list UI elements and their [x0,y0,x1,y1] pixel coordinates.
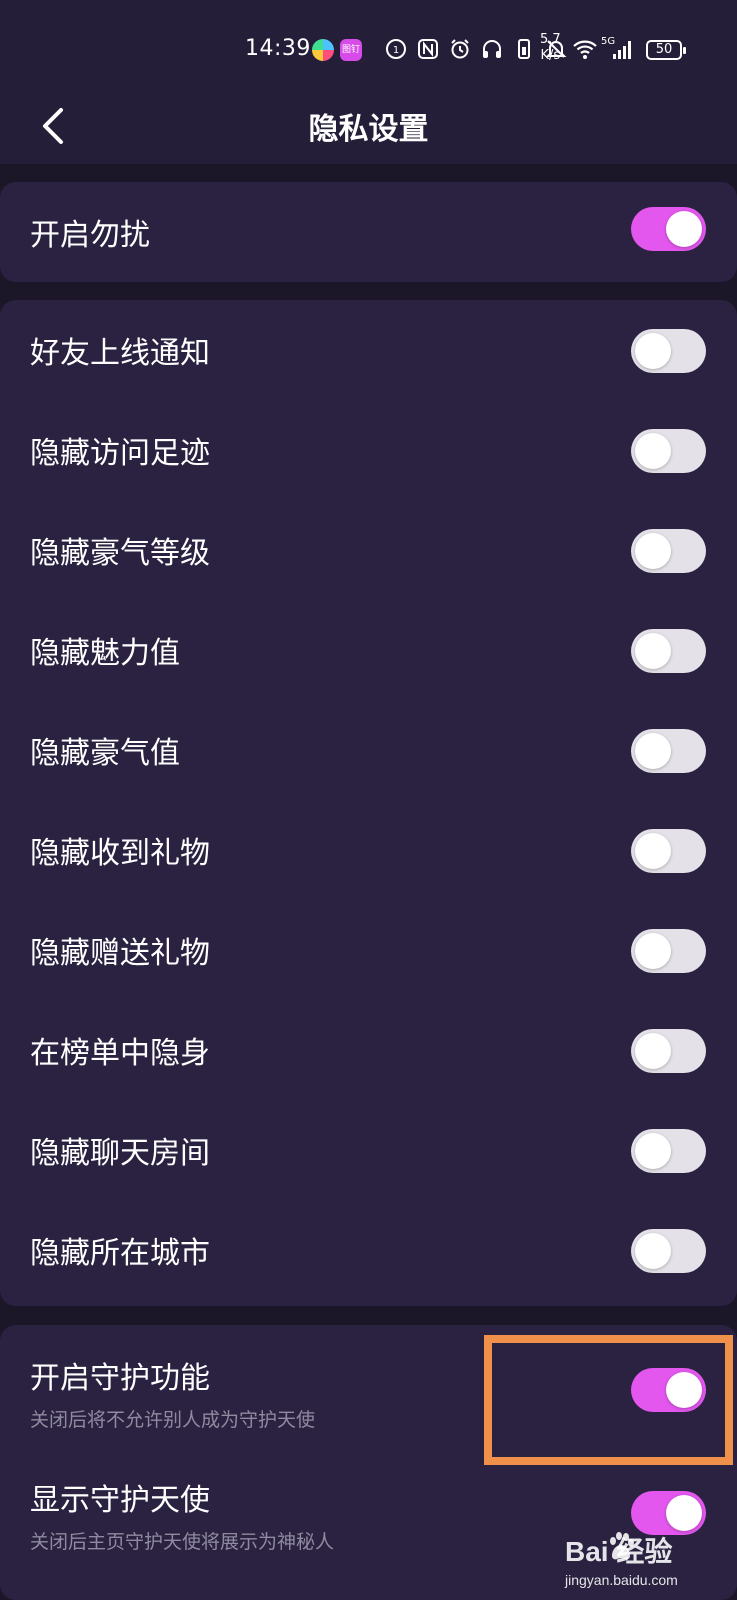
setting-label: 隐藏访问足迹 [30,436,210,471]
svg-text:1: 1 [393,45,399,56]
setting-label: 在榜单中隐身 [30,1036,210,1071]
signal-bars-icon [612,38,636,64]
paw-icon [607,1532,635,1566]
friend-online-toggle[interactable] [631,329,706,373]
net-speed-value: 5.7 [540,32,561,47]
do-not-disturb-card: 开启勿扰 [0,182,737,282]
hide-chat-room-toggle[interactable] [631,1129,706,1173]
toggle-knob [635,833,671,869]
toggle-knob [635,533,671,569]
invisible-on-leaderboard-toggle[interactable] [631,1029,706,1073]
setting-row-hide-wealth-value: 隐藏豪气值 [0,700,737,800]
setting-row-hide-charm: 隐藏魅力值 [0,600,737,700]
hide-wealth-value-toggle[interactable] [631,729,706,773]
setting-row-hide-city: 隐藏所在城市 [0,1200,737,1300]
battery-icon: 50 [646,40,686,60]
toggle-knob [635,1033,671,1069]
toggle-knob [666,211,702,247]
toggle-knob [635,1133,671,1169]
setting-row-invisible-on-leaderboard: 在榜单中隐身 [0,1000,737,1100]
page-title: 隐私设置 [308,112,429,147]
toggle-knob [635,1233,671,1269]
hide-sent-gifts-toggle[interactable] [631,929,706,973]
headphones-icon [481,38,503,60]
setting-label: 隐藏豪气等级 [30,536,210,571]
alarm-icon [449,38,471,60]
baidu-watermark: Bai 经验 jingyan.baidu.com [565,1530,725,1596]
hide-charm-toggle[interactable] [631,629,706,673]
toggle-knob [635,433,671,469]
setting-row-hide-chat-room: 隐藏聊天房间 [0,1100,737,1200]
setting-label: 隐藏聊天房间 [30,1136,210,1171]
setting-row-friend-online: 好友上线通知 [0,300,737,400]
setting-label: 隐藏魅力值 [30,636,180,671]
setting-row-hide-visits: 隐藏访问足迹 [0,400,737,500]
hide-city-toggle[interactable] [631,1229,706,1273]
privacy-options-card: 好友上线通知 隐藏访问足迹 隐藏豪气等级 隐藏魅力值 隐藏豪气值 隐藏收到礼物 … [0,300,737,1306]
status-time: 14:39 [245,36,311,61]
toggle-knob [635,733,671,769]
nfc-icon [417,38,439,60]
screen: 14:39 图钉 1 5.7 K/s 5G 50 隐私设置 开启勿扰 好友上线通… [0,0,737,1600]
header: 隐私设置 [0,90,737,164]
setting-label: 开启守护功能 [30,1361,210,1396]
setting-row-hide-received-gifts: 隐藏收到礼物 [0,800,737,900]
setting-sublabel: 关闭后主页守护天使将展示为神秘人 [30,1531,335,1553]
toggle-knob [635,633,671,669]
nfc-data-icon: 1 [385,38,407,60]
app-badge-icon: 图钉 [340,39,362,61]
status-bar: 14:39 图钉 1 5.7 K/s 5G 50 [0,0,737,90]
setting-row-hide-sent-gifts: 隐藏赠送礼物 [0,900,737,1000]
setting-label: 显示守护天使 [30,1483,210,1518]
setting-sublabel: 关闭后将不允许别人成为守护天使 [30,1409,316,1431]
toggle-knob [635,333,671,369]
app-notification-icon [312,39,334,61]
do-not-disturb-toggle[interactable] [631,207,706,251]
hide-wealth-level-toggle[interactable] [631,529,706,573]
hide-visits-toggle[interactable] [631,429,706,473]
vibrate-icon [513,38,535,60]
net-speed-unit: K/s [540,48,561,63]
setting-label: 开启勿扰 [30,218,150,253]
setting-row-do-not-disturb: 开启勿扰 [0,182,737,282]
setting-label: 隐藏收到礼物 [30,836,210,871]
setting-label: 隐藏豪气值 [30,736,180,771]
wifi-icon [572,38,598,64]
setting-label: 好友上线通知 [30,336,210,371]
setting-label: 隐藏赠送礼物 [30,936,210,971]
toggle-knob [666,1495,702,1531]
setting-row-hide-wealth-level: 隐藏豪气等级 [0,500,737,600]
net-speed: 5.7 K/s [540,32,561,64]
highlight-annotation-box [484,1335,733,1465]
hide-received-gifts-toggle[interactable] [631,829,706,873]
toggle-knob [635,933,671,969]
setting-label: 隐藏所在城市 [30,1236,210,1271]
watermark-url: jingyan.baidu.com [565,1572,678,1588]
show-guard-toggle[interactable] [631,1491,706,1535]
